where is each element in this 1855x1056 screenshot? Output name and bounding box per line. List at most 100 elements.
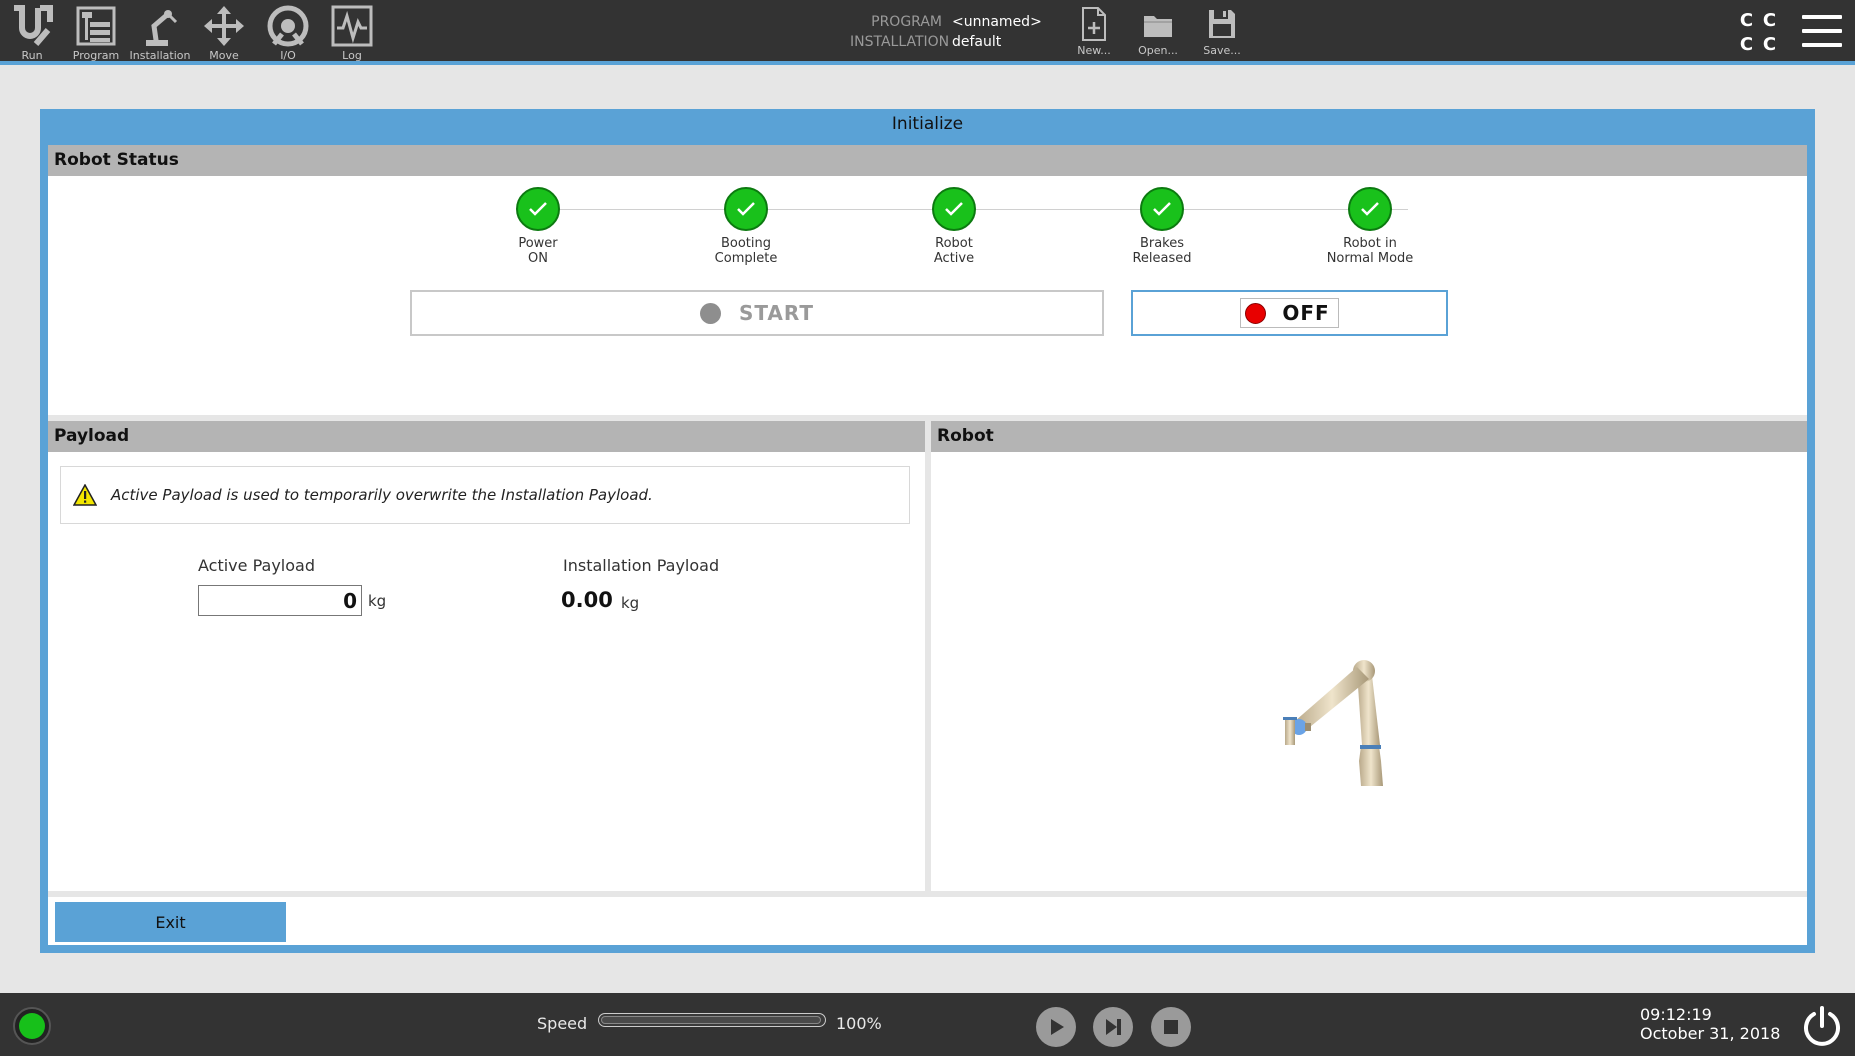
- nav-move-label: Move: [209, 49, 239, 62]
- warning-icon: [73, 484, 97, 506]
- floppy-save-icon: [1209, 10, 1235, 38]
- robot-status-led-icon[interactable]: [13, 1007, 51, 1045]
- exit-row: Exit: [48, 897, 1807, 945]
- installation-payload-unit: kg: [621, 594, 640, 612]
- io-icon: [267, 5, 309, 47]
- robot-status-panel: Robot Status Power ON Booting Complete Rob…: [48, 145, 1807, 415]
- robot-arm-3d-view[interactable]: [1261, 641, 1411, 791]
- step-line2: Normal Mode: [1326, 251, 1414, 266]
- off-button[interactable]: OFF: [1131, 290, 1448, 336]
- new-label: New...: [1077, 44, 1111, 57]
- robot-panel: Robot: [931, 421, 1807, 891]
- ur-logo-icon: [14, 5, 53, 46]
- start-label: START: [738, 301, 815, 325]
- program-name: <unnamed>: [952, 14, 1042, 30]
- clock-time: 09:12:19: [1640, 1005, 1712, 1024]
- check-icon: [932, 187, 976, 231]
- step-line2: Released: [1132, 251, 1192, 266]
- installation-icon: [146, 10, 178, 46]
- cc-letter: C: [1739, 34, 1754, 55]
- program-icon: [76, 6, 116, 46]
- nav-io-label: I/O: [280, 49, 296, 62]
- nav-io-button[interactable]: I/O: [258, 4, 318, 62]
- cc-status-indicator[interactable]: C C C C: [1735, 10, 1781, 56]
- nav-program-label: Program: [72, 49, 120, 62]
- nav-log-button[interactable]: Log: [322, 4, 382, 62]
- warning-text: Active Payload is used to temporarily ov…: [111, 486, 653, 504]
- log-icon: [331, 5, 373, 47]
- speed-slider[interactable]: [598, 1013, 826, 1027]
- nav-log-label: Log: [342, 49, 362, 62]
- payload-panel: Payload Active Payload is used to tempor…: [48, 421, 925, 891]
- hamburger-menu-icon[interactable]: [1802, 15, 1842, 49]
- off-label: OFF: [1282, 301, 1330, 325]
- save-label: Save...: [1203, 44, 1241, 57]
- installation-payload-label: Installation Payload: [563, 556, 720, 575]
- new-file-icon: [1082, 7, 1106, 41]
- check-icon: [1140, 187, 1184, 231]
- cc-letter: C: [1739, 10, 1754, 31]
- folder-icon: [1144, 16, 1172, 37]
- step-line1: Robot in: [1343, 236, 1397, 251]
- step-forward-icon: [1106, 1019, 1121, 1035]
- cc-letter: C: [1762, 10, 1777, 31]
- stop-icon: [1164, 1020, 1178, 1034]
- nav-installation-button[interactable]: Installation: [130, 4, 190, 62]
- speed-value: 100%: [836, 1014, 882, 1033]
- step-line2: Complete: [714, 251, 778, 266]
- top-bar: Run Program Installation Move I/O Log PR…: [0, 0, 1855, 65]
- status-steps: Power ON Booting Complete Robot Active Brak…: [478, 187, 1458, 277]
- active-payload-input[interactable]: [198, 585, 362, 616]
- robot-status-heading: Robot Status: [48, 145, 1807, 176]
- nav-run-label: Run: [21, 49, 43, 62]
- start-indicator-icon: [699, 302, 721, 324]
- dialog-body: Robot Status Power ON Booting Complete Rob…: [48, 145, 1807, 945]
- clock: 09:12:19 October 31, 2018: [1640, 1005, 1780, 1043]
- cc-letter: C: [1762, 34, 1777, 55]
- step-line1: Booting: [720, 236, 772, 251]
- speed-slider-fill: [601, 1016, 821, 1024]
- dialog-title: Initialize: [891, 114, 964, 134]
- nav-run-button[interactable]: Run: [2, 4, 62, 62]
- robot-heading: Robot: [931, 421, 1807, 452]
- nav-program-button[interactable]: Program: [66, 4, 126, 62]
- step-line2: Active: [933, 251, 975, 266]
- step-line1: Robot: [935, 236, 973, 251]
- clock-date: October 31, 2018: [1640, 1024, 1781, 1043]
- play-button[interactable]: [1036, 1007, 1076, 1047]
- program-info: PROGRAM <unnamed> INSTALLATION default: [850, 12, 1042, 52]
- nav-installation-label: Installation: [129, 49, 191, 62]
- initialize-dialog: Initialize Robot Status Power ON Booting C…: [40, 109, 1815, 953]
- program-key: PROGRAM: [871, 14, 942, 30]
- installation-payload-value: 0.00: [561, 588, 613, 612]
- check-icon: [1348, 187, 1392, 231]
- installation-key: INSTALLATION: [850, 34, 950, 50]
- open-button[interactable]: Open...: [1130, 6, 1186, 58]
- play-icon: [1051, 1019, 1064, 1035]
- stop-button[interactable]: [1151, 1007, 1191, 1047]
- off-indicator-icon: [1245, 302, 1267, 324]
- move-icon: [204, 6, 244, 46]
- step-robot-active: Robot Active: [894, 187, 1014, 266]
- power-icon[interactable]: [1801, 1005, 1843, 1047]
- speed-label: Speed: [537, 1014, 588, 1033]
- step-booting-complete: Booting Complete: [686, 187, 806, 266]
- save-button[interactable]: Save...: [1194, 6, 1250, 58]
- new-button[interactable]: New...: [1066, 6, 1122, 58]
- step-power-on: Power ON: [478, 187, 598, 266]
- payload-heading: Payload: [48, 421, 925, 452]
- open-label: Open...: [1138, 44, 1178, 57]
- nav-move-button[interactable]: Move: [194, 4, 254, 62]
- start-button[interactable]: START: [410, 290, 1104, 336]
- bottom-bar: Speed 100% 09:12:19 October 31, 2018: [0, 993, 1855, 1056]
- step-normal-mode: Robot in Normal Mode: [1310, 187, 1430, 266]
- installation-name: default: [952, 34, 1002, 50]
- step-line1: Power: [518, 236, 558, 251]
- step-brakes-released: Brakes Released: [1102, 187, 1222, 266]
- active-payload-label: Active Payload: [198, 556, 315, 575]
- step-button[interactable]: [1093, 1007, 1133, 1047]
- exit-button[interactable]: Exit: [55, 902, 286, 942]
- step-line2: ON: [528, 251, 548, 266]
- active-payload-unit: kg: [368, 592, 387, 610]
- payload-warning: Active Payload is used to temporarily ov…: [60, 466, 910, 524]
